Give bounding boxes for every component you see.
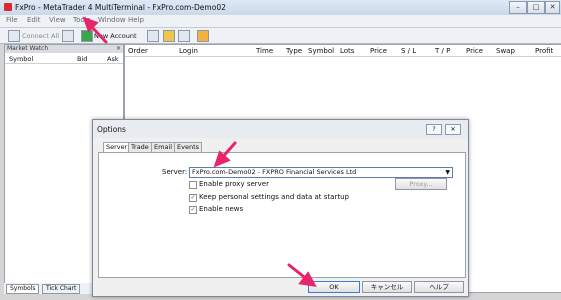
window-title: FxPro - MetaTrader 4 MultiTerminal - FxP… bbox=[15, 3, 226, 12]
window-icon[interactable] bbox=[178, 30, 190, 42]
keep-settings-checkbox[interactable]: ✓ bbox=[189, 194, 197, 202]
enable-news-label: Enable news bbox=[199, 205, 244, 213]
col-symbol[interactable]: Symbol bbox=[9, 55, 33, 63]
dialog-help-button[interactable]: ? bbox=[426, 124, 442, 135]
market-watch-title-text: Market Watch bbox=[7, 45, 49, 52]
market-watch-header: Symbol Bid Ask bbox=[5, 54, 123, 64]
users-icon[interactable] bbox=[163, 30, 175, 42]
server-select[interactable]: FxPro.com-Demo02 - FXPRO Financial Servi… bbox=[189, 167, 453, 178]
col-ask[interactable]: Ask bbox=[107, 55, 119, 63]
col-symbol[interactable]: Symbol bbox=[308, 47, 334, 55]
app-icon bbox=[4, 3, 12, 11]
col-profit[interactable]: Profit bbox=[535, 47, 553, 55]
help-button[interactable]: ヘルプ bbox=[414, 281, 464, 293]
options-dialog: Options ? ✕ Server Trade Email Events bbox=[92, 119, 469, 297]
chart-icon[interactable] bbox=[147, 30, 159, 42]
title-bar: FxPro - MetaTrader 4 MultiTerminal - FxP… bbox=[0, 0, 561, 16]
proxy-checkbox[interactable] bbox=[189, 181, 197, 189]
tab-symbols[interactable]: Symbols bbox=[6, 284, 40, 294]
maximize-button[interactable]: □ bbox=[527, 1, 545, 14]
menu-tools[interactable]: Tools bbox=[73, 16, 90, 24]
tab-tick-chart[interactable]: Tick Chart bbox=[42, 284, 81, 294]
chevron-down-icon[interactable]: ▼ bbox=[445, 168, 450, 177]
settings-icon[interactable] bbox=[197, 30, 209, 42]
col-tp[interactable]: T / P bbox=[435, 47, 450, 55]
connect-icon[interactable] bbox=[8, 30, 20, 42]
minimize-button[interactable]: – bbox=[509, 1, 527, 14]
proxy-button[interactable]: Proxy... bbox=[395, 178, 447, 190]
keep-settings-label: Keep personal settings and data at start… bbox=[199, 193, 349, 201]
col-login[interactable]: Login bbox=[179, 47, 198, 55]
ok-button[interactable]: OK bbox=[308, 281, 360, 293]
proxy-label: Enable proxy server bbox=[199, 180, 269, 188]
toolbar: Connect All New Account bbox=[0, 28, 561, 44]
header-divider bbox=[125, 56, 561, 57]
close-window-button[interactable]: ✕ bbox=[545, 1, 560, 14]
menu-window[interactable]: Window bbox=[98, 16, 126, 24]
col-price[interactable]: Price bbox=[370, 47, 387, 55]
col-time[interactable]: Time bbox=[256, 47, 273, 55]
menu-file[interactable]: File bbox=[6, 16, 18, 24]
cancel-button[interactable]: キャンセル bbox=[362, 281, 412, 293]
menu-view[interactable]: View bbox=[49, 16, 66, 24]
dialog-title-bar: Options ? ✕ bbox=[93, 120, 468, 138]
col-sl[interactable]: S / L bbox=[401, 47, 416, 55]
close-panel-icon[interactable]: × bbox=[116, 45, 121, 53]
new-account-icon[interactable] bbox=[81, 30, 93, 42]
market-watch-title: Market Watch × bbox=[5, 45, 123, 53]
connect-all-button[interactable]: Connect All bbox=[22, 32, 59, 40]
enable-news-checkbox[interactable]: ✓ bbox=[189, 206, 197, 214]
menu-bar: File Edit View Tools Window Help bbox=[0, 15, 561, 28]
dialog-close-button[interactable]: ✕ bbox=[445, 124, 461, 135]
menu-help[interactable]: Help bbox=[128, 16, 144, 24]
server-value: FxPro.com-Demo02 - FXPRO Financial Servi… bbox=[192, 168, 357, 176]
col-price-2[interactable]: Price bbox=[466, 47, 483, 55]
new-account-button[interactable]: New Account bbox=[94, 32, 137, 40]
col-order[interactable]: Order bbox=[128, 47, 148, 55]
menu-edit[interactable]: Edit bbox=[27, 16, 41, 24]
col-bid[interactable]: Bid bbox=[77, 55, 87, 63]
server-label: Server: bbox=[162, 168, 188, 176]
col-lots[interactable]: Lots bbox=[340, 47, 354, 55]
dialog-title: Options bbox=[97, 125, 126, 134]
disconnect-icon[interactable] bbox=[62, 30, 74, 42]
col-swap[interactable]: Swap bbox=[496, 47, 515, 55]
col-type[interactable]: Type bbox=[286, 47, 302, 55]
